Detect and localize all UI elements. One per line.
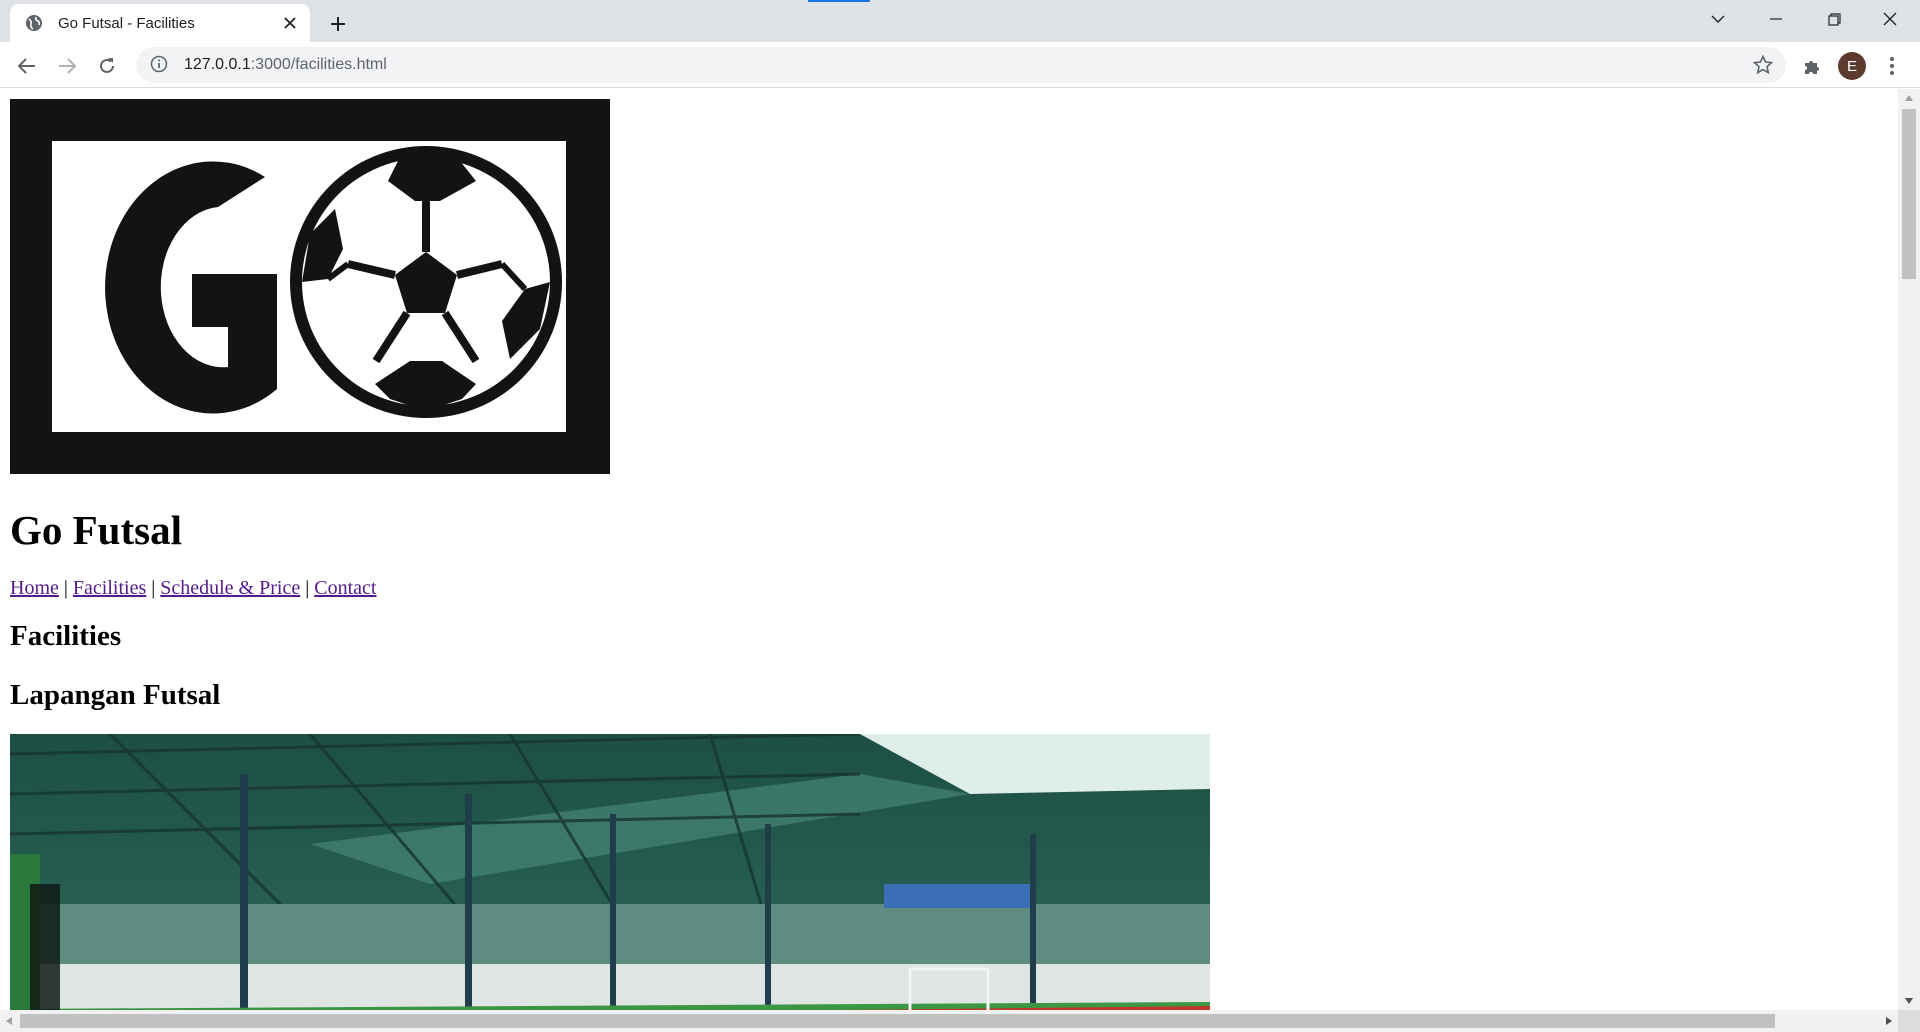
nav-separator: | [305,577,310,599]
tab-strip-indicator [808,0,870,2]
futsal-court-photo [10,734,1210,1010]
scroll-down-icon[interactable] [1898,992,1920,1010]
arrow-right-icon[interactable] [50,49,84,83]
star-icon[interactable] [1752,54,1774,76]
horizontal-scrollbar[interactable] [0,1010,1898,1032]
browser-toolbar: 127.0.0.1:3000/facilities.html E [0,42,1920,88]
close-icon[interactable] [278,11,302,35]
page-heading: Facilities [10,620,122,652]
reload-icon[interactable] [90,49,124,83]
puzzle-icon[interactable] [1795,49,1829,83]
nav-separator: | [63,577,68,599]
url-path: :3000/facilities.html [250,56,387,73]
minimize-icon[interactable] [1748,0,1804,38]
page-content: Go Futsal Home | Facilities | Schedule &… [0,89,1898,1010]
tab-strip: Go Futsal - Facilities [0,0,1920,42]
nav-link-facilities[interactable]: Facilities [73,577,146,599]
globe-icon [24,13,44,33]
profile-avatar[interactable]: E [1835,49,1869,83]
scrollbar-corner [1898,1010,1920,1032]
scroll-up-icon[interactable] [1898,89,1920,107]
main-nav: Home | Facilities | Schedule & Price | C… [10,576,1898,600]
arrow-left-icon[interactable] [10,49,44,83]
page-viewport: Go Futsal Home | Facilities | Schedule &… [0,89,1898,1010]
close-window-icon[interactable] [1862,0,1918,38]
go-futsal-logo [10,99,610,474]
tab-title: Go Futsal - Facilities [58,14,195,32]
url-text: 127.0.0.1:3000/facilities.html [184,56,387,74]
address-bar[interactable]: 127.0.0.1:3000/facilities.html [136,47,1786,83]
nav-separator: | [151,577,156,599]
vertical-scrollbar[interactable] [1898,89,1920,1010]
section-heading: Lapangan Futsal [10,679,221,711]
plus-icon[interactable] [322,8,354,40]
nav-link-schedule-price[interactable]: Schedule & Price [160,577,300,599]
restore-icon[interactable] [1806,0,1862,38]
info-icon[interactable] [150,55,170,75]
scroll-right-icon[interactable] [1880,1010,1898,1032]
horizontal-scroll-thumb[interactable] [20,1014,1775,1028]
url-host: 127.0.0.1 [184,56,251,73]
chevron-down-icon[interactable] [1690,0,1746,38]
scroll-left-icon[interactable] [0,1010,18,1032]
avatar: E [1838,52,1866,80]
kebab-menu-icon[interactable] [1875,49,1909,83]
nav-link-home[interactable]: Home [10,577,59,599]
active-tab[interactable]: Go Futsal - Facilities [10,4,310,42]
vertical-scroll-thumb[interactable] [1902,109,1916,279]
site-title: Go Futsal [10,507,182,553]
nav-link-contact[interactable]: Contact [314,577,376,599]
